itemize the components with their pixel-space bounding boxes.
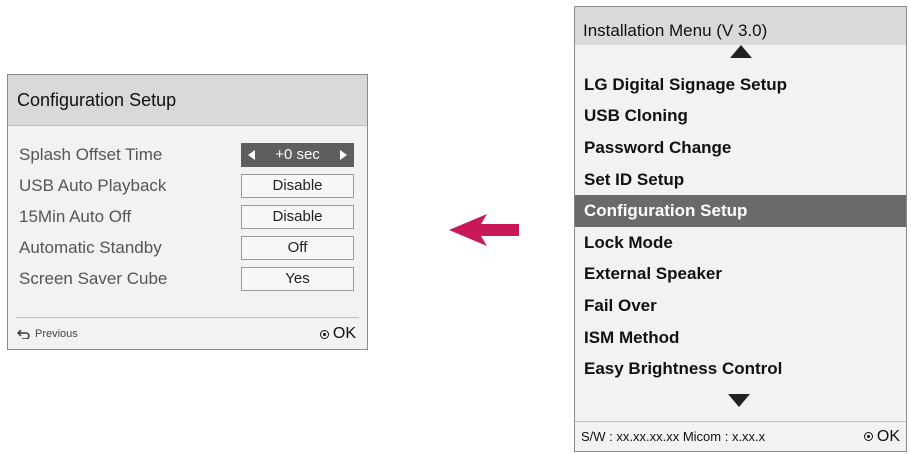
scroll-down-icon[interactable] (728, 394, 750, 407)
menu-item-easy-brightness-control[interactable]: Easy Brightness Control (575, 353, 906, 385)
menu-item-password-change[interactable]: Password Change (575, 132, 906, 164)
configuration-setup-panel: Configuration Setup Splash Offset Time +… (7, 74, 368, 350)
footer-divider (16, 317, 359, 318)
menu-item-lg-digital-signage-setup[interactable]: LG Digital Signage Setup (575, 69, 906, 101)
panel-title: Configuration Setup (17, 89, 177, 110)
setting-row-splash-offset-time[interactable]: Splash Offset Time +0 sec (8, 139, 367, 170)
ok-label: OK (876, 427, 900, 445)
arrow-right-icon[interactable] (340, 149, 347, 160)
panel-header: Configuration Setup (8, 75, 367, 126)
menu-item-usb-cloning[interactable]: USB Cloning (575, 101, 906, 133)
previous-button[interactable]: Previous (17, 328, 78, 340)
setting-label: 15Min Auto Off (19, 206, 132, 226)
return-arrow-icon (17, 329, 30, 339)
ok-button[interactable]: OK (319, 325, 356, 343)
arrow-left-icon (449, 214, 519, 246)
setting-value: +0 sec (275, 146, 320, 163)
panel-header: Installation Menu (V 3.0) (575, 7, 906, 45)
auto-off-value[interactable]: Disable (241, 204, 354, 229)
setting-label: Automatic Standby (19, 237, 162, 257)
menu-item-set-id-setup[interactable]: Set ID Setup (575, 164, 906, 196)
setting-row-automatic-standby[interactable]: Automatic Standby Off (8, 232, 367, 263)
menu-item-lock-mode[interactable]: Lock Mode (575, 227, 906, 259)
menu-item-ism-method[interactable]: ISM Method (575, 322, 906, 354)
setting-label: Splash Offset Time (19, 144, 163, 164)
setting-row-usb-auto-playback[interactable]: USB Auto Playback Disable (8, 170, 367, 201)
ok-label: OK (332, 325, 356, 342)
menu-item-external-speaker[interactable]: External Speaker (575, 259, 906, 291)
settings-list: Splash Offset Time +0 sec USB Auto Playb… (8, 139, 367, 294)
arrow-left-icon[interactable] (248, 149, 255, 160)
usb-auto-playback-value[interactable]: Disable (241, 173, 354, 198)
panel-footer: S/W : xx.xx.xx.xx Micom : x.xx.x OK (575, 421, 906, 451)
panel-footer: Previous OK (8, 321, 367, 347)
software-version-info: S/W : xx.xx.xx.xx Micom : x.xx.x (581, 429, 766, 444)
splash-offset-stepper[interactable]: +0 sec (241, 142, 354, 167)
ok-wheel-icon (863, 432, 873, 441)
scroll-up-icon[interactable] (730, 45, 752, 58)
panel-title: Installation Menu (V 3.0) (583, 21, 768, 40)
menu-list: LG Digital Signage Setup USB Cloning Pas… (575, 69, 906, 385)
setting-label: Screen Saver Cube (19, 268, 168, 288)
menu-item-fail-over[interactable]: Fail Over (575, 290, 906, 322)
installation-menu-panel: Installation Menu (V 3.0) LG Digital Sig… (574, 6, 907, 452)
menu-item-configuration-setup[interactable]: Configuration Setup (575, 195, 906, 227)
ok-button[interactable]: OK (863, 427, 900, 446)
screen-saver-cube-value[interactable]: Yes (241, 266, 354, 291)
setting-row-15min-auto-off[interactable]: 15Min Auto Off Disable (8, 201, 367, 232)
previous-label: Previous (35, 328, 78, 340)
setting-label: USB Auto Playback (19, 175, 167, 195)
setting-row-screen-saver-cube[interactable]: Screen Saver Cube Yes (8, 263, 367, 294)
ok-wheel-icon (319, 329, 329, 339)
automatic-standby-value[interactable]: Off (241, 235, 354, 260)
